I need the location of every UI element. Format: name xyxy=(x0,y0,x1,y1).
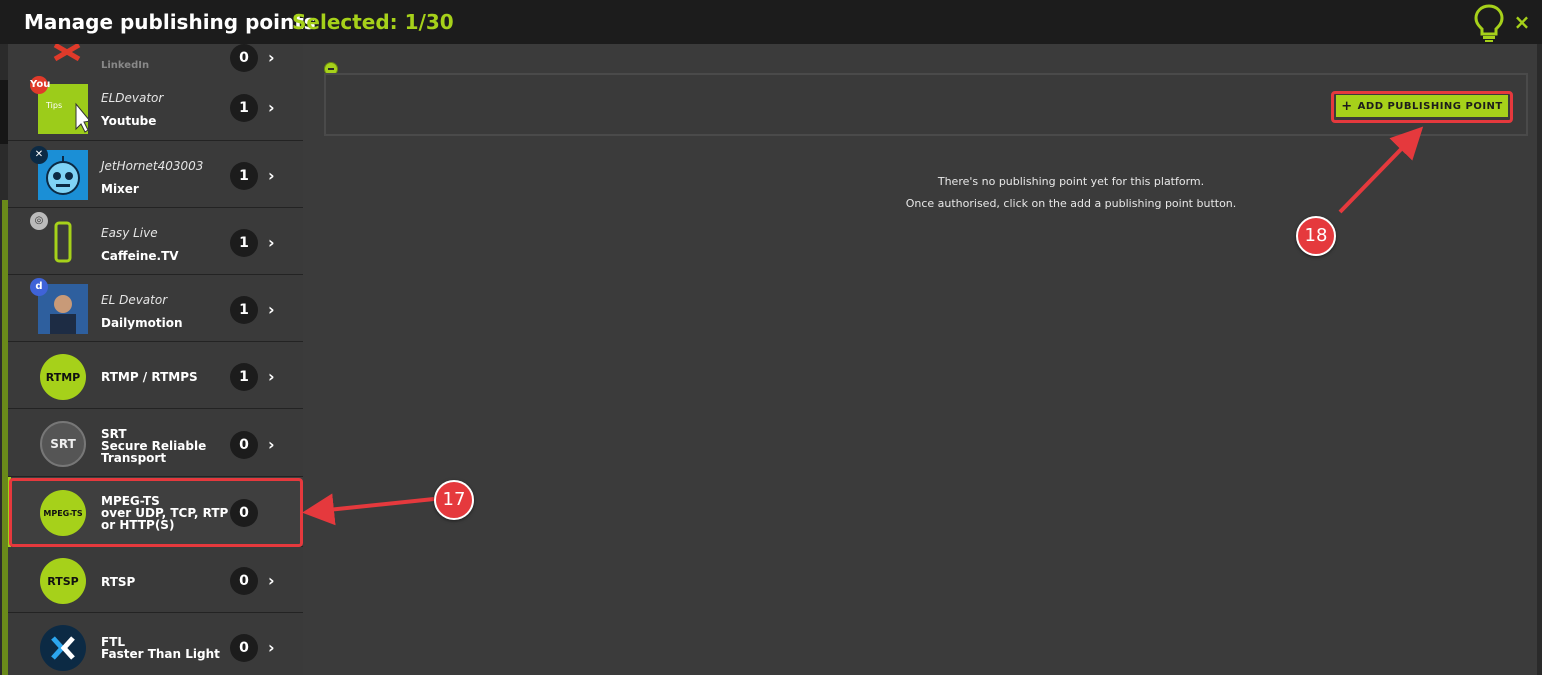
svg-text:Tips: Tips xyxy=(45,101,62,110)
sidebar-item-rtmp[interactable]: RTMP RTMP / RTMPS 1 › xyxy=(8,342,303,409)
chevron-right-icon[interactable]: › xyxy=(268,98,282,118)
youtube-icon: You xyxy=(30,76,50,94)
empty-message-line2: Once authorised, click on the add a publ… xyxy=(905,197,1237,210)
annotation-highlight-mpeg-ts xyxy=(9,478,303,547)
mixer-icon: ✕ xyxy=(30,146,48,164)
annotation-highlight-add-button xyxy=(1331,91,1513,123)
dailymotion-icon: d xyxy=(30,278,48,296)
sidebar-item-account: ELDevator xyxy=(101,91,164,105)
sidebar-item-platform: RTMP / RTMPS xyxy=(101,370,198,384)
lightbulb-icon[interactable] xyxy=(1472,3,1506,43)
sidebar-item-label: LinkedIn xyxy=(101,60,150,71)
sidebar-item-account: EL Devator xyxy=(101,293,168,307)
close-button[interactable]: × xyxy=(1512,11,1532,33)
sidebar-item-ftl[interactable]: FTL Faster Than Light 0 › xyxy=(8,613,303,675)
sidebar-item-platform: Mixer xyxy=(101,182,139,196)
sidebar-item-rtsp[interactable]: RTSP RTSP 0 › xyxy=(8,547,303,613)
background-window-edge-dark xyxy=(0,80,8,144)
sidebar-item-youtube[interactable]: Tips You ELDevator Youtube 1 › xyxy=(8,75,303,141)
count-badge: 0 xyxy=(230,567,258,595)
count-badge: 1 xyxy=(230,363,258,391)
window-edge xyxy=(1537,44,1542,675)
sidebar-item-platform: Youtube xyxy=(101,114,157,128)
count-badge: 0 xyxy=(230,44,258,72)
chevron-right-icon[interactable]: › xyxy=(268,571,282,591)
sidebar-item-platform: RTSP xyxy=(101,575,136,589)
sidebar-item-platform: Caffeine.TV xyxy=(101,249,179,263)
platform-sidebar[interactable]: LinkedIn 0 › Tips You ELDevator Youtube … xyxy=(8,44,303,675)
chevron-right-icon[interactable]: › xyxy=(268,233,282,253)
sidebar-item-mixer[interactable]: ✕ JetHornet403003 Mixer 1 › xyxy=(8,141,303,208)
sidebar-item-srt[interactable]: SRT SRT Secure Reliable Transport 0 › xyxy=(8,409,303,477)
count-badge: 0 xyxy=(230,634,258,662)
chevron-right-icon[interactable]: › xyxy=(268,300,282,320)
sidebar-item-account: Easy Live xyxy=(101,226,158,240)
chevron-right-icon[interactable]: › xyxy=(268,367,282,387)
sidebar-item-caffeine[interactable]: ◎ Easy Live Caffeine.TV 1 › xyxy=(8,208,303,275)
rtsp-logo: RTSP xyxy=(40,558,86,604)
rtmp-logo: RTMP xyxy=(40,354,86,400)
srt-logo: SRT xyxy=(40,421,86,467)
selected-count: Selected: 1/30 xyxy=(292,10,454,34)
dialog-title: Manage publishing points xyxy=(24,10,316,34)
chevron-right-icon[interactable]: › xyxy=(268,435,282,455)
mixer-x-icon xyxy=(51,636,75,660)
ftl-logo xyxy=(40,625,86,671)
scroll-indicator xyxy=(2,200,8,675)
sidebar-item-dailymotion[interactable]: d EL Devator Dailymotion 1 › xyxy=(8,275,303,342)
annotation-callout-18: 18 xyxy=(1296,216,1336,256)
linkedin-icon xyxy=(52,44,82,62)
count-badge: 1 xyxy=(230,296,258,324)
annotation-callout-17: 17 xyxy=(434,480,474,520)
sidebar-item-line3: Transport xyxy=(101,451,167,465)
chevron-right-icon[interactable]: › xyxy=(268,638,282,658)
count-badge: 1 xyxy=(230,94,258,122)
caffeine-icon: ◎ xyxy=(30,212,48,230)
sidebar-item-line2: Faster Than Light xyxy=(101,647,220,661)
chevron-right-icon[interactable]: › xyxy=(268,166,282,186)
empty-message-line1: There's no publishing point yet for this… xyxy=(937,175,1205,188)
title-bar: Manage publishing points Selected: 1/30 … xyxy=(0,0,1542,44)
count-badge: 1 xyxy=(230,229,258,257)
sidebar-item-platform: Dailymotion xyxy=(101,316,183,330)
count-badge: 1 xyxy=(230,162,258,190)
publishing-points-panel xyxy=(303,44,1542,675)
chevron-right-icon[interactable]: › xyxy=(268,48,282,68)
youtube-thumbnail: Tips xyxy=(38,84,91,134)
sidebar-item-account: JetHornet403003 xyxy=(101,159,204,173)
count-badge: 0 xyxy=(230,431,258,459)
